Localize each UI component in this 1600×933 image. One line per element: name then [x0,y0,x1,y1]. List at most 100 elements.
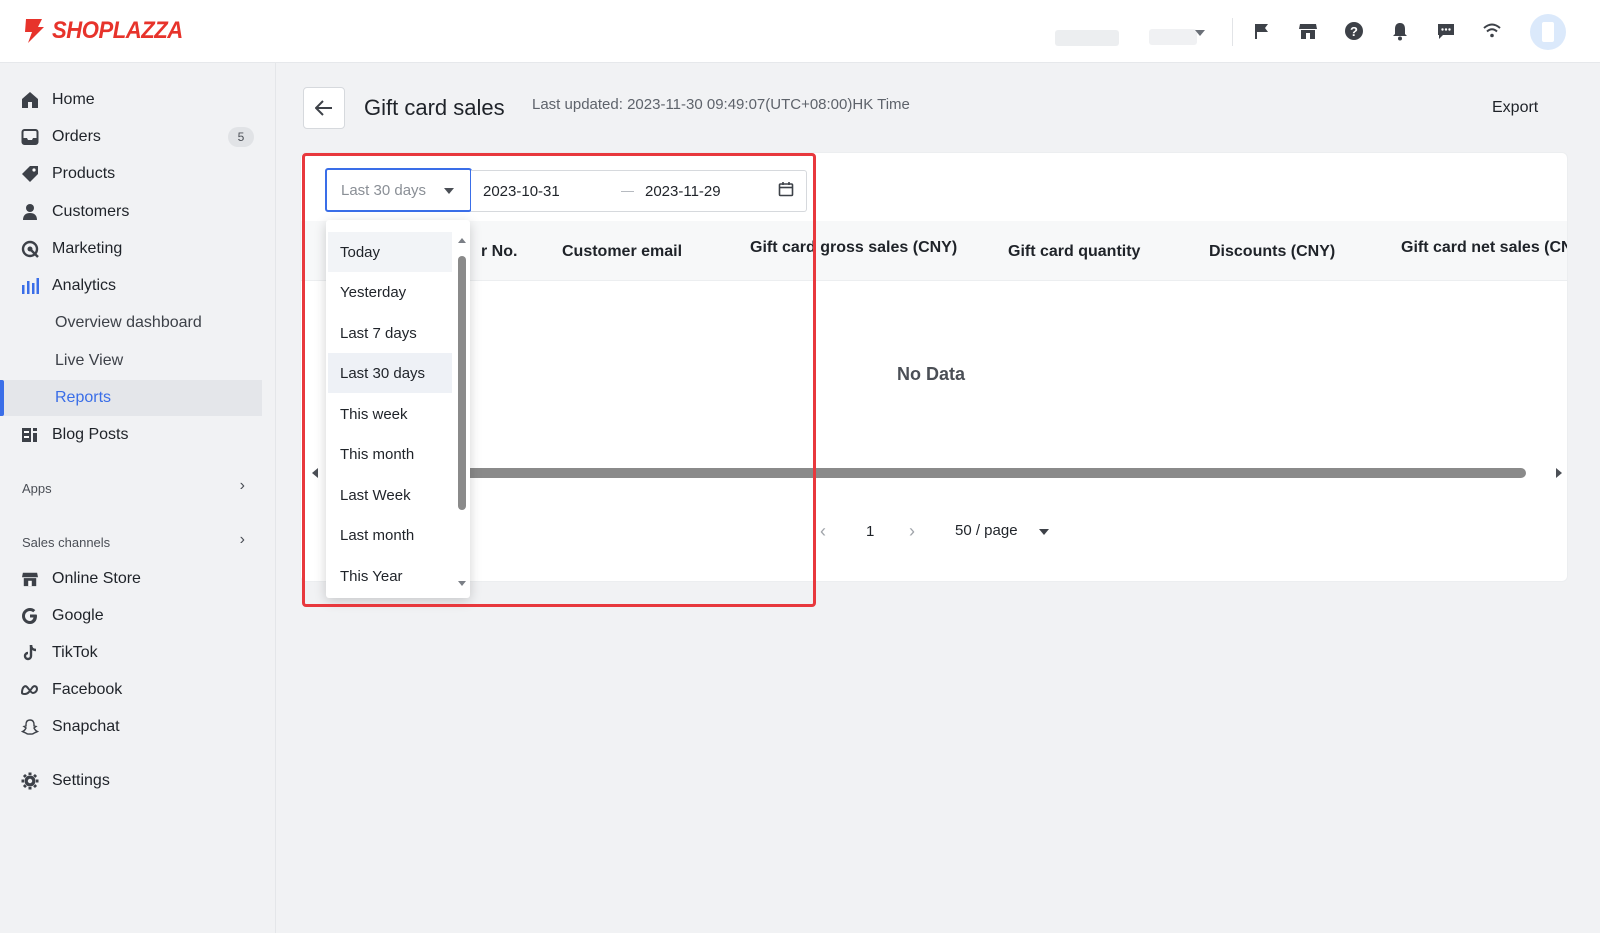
scrollbar-thumb[interactable] [462,468,1526,478]
sidebar-item-google[interactable]: Google [0,598,262,634]
wifi-icon[interactable] [1480,19,1504,43]
chevron-down-icon [1195,30,1205,36]
bell-icon[interactable] [1388,19,1412,43]
top-icon-bar: ? [1250,19,1504,43]
dropdown-option-last-7-days[interactable]: Last 7 days [328,313,452,353]
sidebar-item-label: Home [52,91,95,108]
sales-channels-section-label: Sales channels [22,535,111,550]
sidebar-subitem-live-view[interactable]: Live View [0,343,262,379]
store-name-blurred [1149,29,1197,45]
date-range-preset-select[interactable]: Last 30 days [325,168,472,212]
chat-icon[interactable] [1434,19,1458,43]
column-header: r No. [481,243,518,260]
sidebar-item-label: Marketing [52,240,123,257]
divider [1232,18,1233,46]
dropdown-option-last-30-days[interactable]: Last 30 days [328,353,452,393]
date-range-preset-value: Last 30 days [341,181,427,199]
sidebar-item-label: Analytics [52,277,117,294]
bar-chart-icon [20,276,40,296]
logo-mark-icon [25,19,44,43]
scroll-up-arrow[interactable] [458,238,466,243]
avatar[interactable] [1530,14,1566,50]
page-size-select[interactable]: 50 / page [955,522,1018,539]
column-header: Discounts (CNY) [1209,243,1336,260]
date-end-input[interactable]: 2023-11-29 [645,183,721,200]
sidebar-item-label: Blog Posts [52,426,129,443]
column-header: Gift card gross sales (CNY) [750,239,958,256]
last-updated-text: Last updated: 2023-11-30 09:49:07(UTC+08… [532,96,910,113]
next-page-button[interactable]: › [909,521,915,542]
scroll-down-arrow[interactable] [458,581,466,586]
dropdown-option-yesterday[interactable]: Yesterday [328,272,452,312]
table-header: r No. Customer email Gift card gross sal… [301,221,1567,281]
sidebar-item-label: Settings [52,772,110,789]
sidebar-subitem-label: Overview dashboard [55,314,202,331]
sidebar-item-products[interactable]: Products [0,156,262,192]
sidebar-item-online-store[interactable]: Online Store [0,561,262,597]
person-icon [20,202,40,222]
meta-icon [20,680,40,700]
previous-page-button[interactable]: ‹ [820,521,826,542]
sidebar-item-label: Customers [52,203,130,220]
column-header: Customer email [562,243,683,260]
store-switcher[interactable] [1030,18,1215,48]
sidebar-item-snapchat[interactable]: Snapchat [0,709,262,745]
column-header: Gift card quantity [1008,243,1141,260]
sidebar-item-blog-posts[interactable]: Blog Posts [0,417,262,453]
sidebar-item-marketing[interactable]: Marketing [0,231,262,267]
sidebar-item-label: Online Store [52,570,141,587]
store-name-blurred [1055,30,1119,46]
dropdown-option-last-week[interactable]: Last Week [328,475,452,515]
calendar-icon[interactable] [778,181,794,201]
sidebar-item-analytics[interactable]: Analytics [0,268,262,304]
gear-icon [20,771,40,791]
store-icon[interactable] [1296,19,1320,43]
date-separator [621,191,634,192]
snapchat-icon [20,717,40,737]
sidebar: Home Orders 5 Products Customers Marketi… [0,63,276,933]
tag-icon [20,164,40,184]
arrow-left-icon [315,100,332,116]
help-icon[interactable]: ? [1342,19,1366,43]
dropdown-option-last-month[interactable]: Last month [328,515,452,555]
date-range-picker[interactable]: 2023-10-31 2023-11-29 [471,170,807,212]
export-button[interactable]: Export [1492,99,1538,117]
sidebar-item-facebook[interactable]: Facebook [0,672,262,708]
sidebar-item-label: TikTok [52,644,98,661]
horizontal-scrollbar[interactable] [312,466,1562,480]
caret-down-icon [444,188,454,194]
dropdown-option-this-week[interactable]: This week [328,394,452,434]
current-page[interactable]: 1 [866,523,874,540]
sidebar-item-label: Snapchat [52,718,120,735]
inbox-icon [20,127,40,147]
dropdown-option-today[interactable]: Today [328,232,452,272]
dropdown-scrollbar-thumb[interactable] [458,256,466,510]
sidebar-item-orders[interactable]: Orders 5 [0,119,262,155]
chevron-right-icon[interactable]: › [240,477,245,495]
chevron-right-icon[interactable]: › [240,531,245,549]
tiktok-icon [20,643,40,663]
sidebar-item-label: Facebook [52,681,123,698]
svg-text:?: ? [1350,24,1358,39]
sidebar-subitem-overview-dashboard[interactable]: Overview dashboard [0,305,262,341]
date-range-preset-dropdown: Today Yesterday Last 7 days Last 30 days… [326,220,470,598]
dropdown-option-this-month[interactable]: This month [328,434,452,474]
sidebar-item-customers[interactable]: Customers [0,194,262,230]
marketing-icon [20,239,40,259]
sidebar-item-home[interactable]: Home [0,82,262,118]
dropdown-option-this-year[interactable]: This Year [328,556,452,596]
caret-down-icon [1039,529,1049,535]
orders-count-badge: 5 [228,127,254,147]
date-start-input[interactable]: 2023-10-31 [483,183,560,200]
apps-section-label: Apps [22,481,52,496]
sidebar-subitem-reports[interactable]: Reports [0,380,262,416]
back-button[interactable] [303,87,345,129]
scroll-right-arrow[interactable] [1556,468,1562,478]
sidebar-item-settings[interactable]: Settings [0,763,262,799]
logo-text: SHOPLAZZA [52,17,183,44]
sidebar-item-tiktok[interactable]: TikTok [0,635,262,671]
page-title: Gift card sales [364,95,505,120]
shoplazza-logo[interactable]: SHOPLAZZA [22,17,194,45]
scroll-left-arrow[interactable] [312,468,318,478]
flag-icon[interactable] [1250,19,1274,43]
